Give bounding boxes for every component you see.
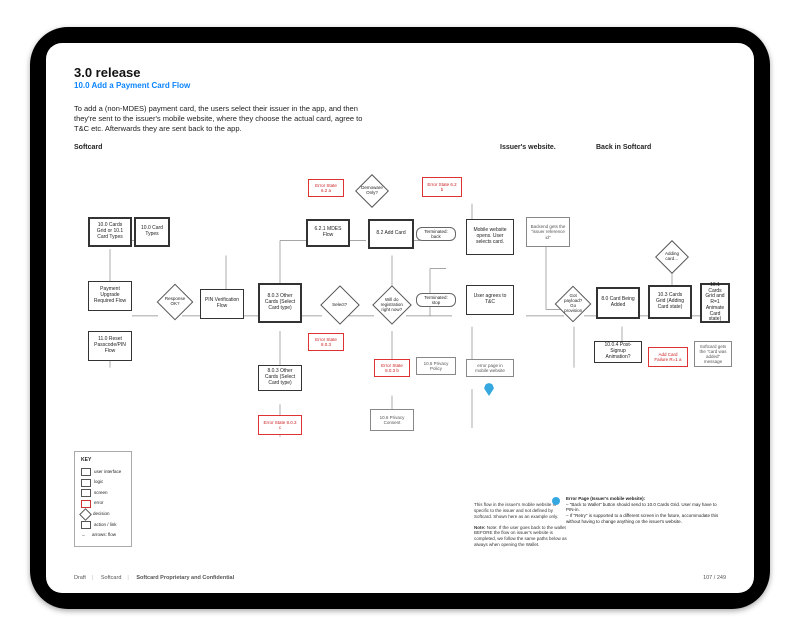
page-title: 3.0 release: [74, 65, 726, 80]
node-reset-pin: 11.0 Reset Passcode/PIN Flow: [88, 331, 132, 361]
node-terminated-stop: Terminated: stop: [416, 293, 456, 307]
node-post-signup: 10.0.4 Post-Signup Animation?: [594, 341, 642, 363]
node-privacy-policy: 10.5 Privacy Policy: [416, 357, 456, 375]
node-priv-consent: 10.6 Privacy Consent: [370, 409, 414, 431]
node-card-being-added: 8.0 Card Being Added: [596, 287, 640, 319]
page-subtitle: 10.0 Add a Payment Card Flow: [74, 81, 726, 90]
error-page-annotation: Error Page (Issuer's mobile website): – …: [552, 496, 722, 525]
tablet-frame: 3.0 release 10.0 Add a Payment Card Flow…: [30, 27, 770, 609]
legend-key: KEY user interface logic screen error de…: [74, 451, 132, 547]
node-mdes-flow: 6.2.1 MDES Flow: [306, 219, 350, 247]
node-error-803b: Error State 8.0.3 b: [374, 359, 410, 377]
page-footer: Draft| Softcard| Softcard Proprietary an…: [74, 575, 726, 581]
node-softcard-done: Softcard gets the "card was added" messa…: [694, 341, 732, 367]
document-screen: 3.0 release 10.0 Add a Payment Card Flow…: [46, 43, 754, 593]
node-final-grid: 10.1 Cards Grid and R=1 Animate Card sta…: [700, 283, 730, 323]
node-other-cards-b: 8.0.3 Other Cards (Select Card type): [258, 365, 302, 391]
node-error-62: Error State 6.2 a: [308, 179, 344, 197]
node-issuer-tc: User agrees to T&C: [466, 285, 514, 315]
annotation-bullet-icon: [552, 497, 560, 505]
zone-issuers-heading: Issuer's website.: [500, 144, 570, 151]
node-error-add-failure: Add Card Failure R=1 a: [648, 347, 688, 367]
node-issuer-site-select: Mobile website opens. User selects card.: [466, 219, 514, 255]
node-error-803: Error State 8.0.3: [308, 333, 344, 351]
drop-icon: [484, 383, 494, 396]
node-issuer-error: error page in mobile website: [466, 359, 514, 377]
node-error-62b: Error State 6.2 b: [422, 177, 462, 197]
page-number: 107 / 249: [703, 575, 726, 581]
node-terminated-back: Terminated: back: [416, 227, 456, 241]
flowchart-canvas: 10.0 Cards Grid or 10.1 Card Types 10.0 …: [74, 165, 726, 553]
node-other-cards: 8.0.3 Other Cards (Select Card type): [258, 283, 302, 323]
node-pin-verification: PIN Verification Flow: [200, 289, 244, 319]
zone-softcard-heading: Softcard: [74, 144, 474, 151]
intro-paragraph: To add a (non-MDES) payment card, the us…: [74, 104, 364, 134]
node-backend-ref: Backend gets the "issuer reference id": [526, 217, 570, 247]
zone-back-heading: Back in Softcard: [596, 144, 651, 151]
node-cards-grid: 10.0 Cards Grid or 10.1 Card Types: [88, 217, 132, 247]
node-cards-grid-adding: 10.3 Cards Grid (Adding Card state): [648, 285, 692, 319]
node-add-card: 8.2 Add Card: [368, 219, 414, 249]
node-card-types: 10.0 Card Types: [134, 217, 170, 247]
node-payment-upgrade: Payment Upgrade Required Flow: [88, 281, 132, 311]
node-error-803c: Error State 8.0.3 c: [258, 415, 302, 435]
